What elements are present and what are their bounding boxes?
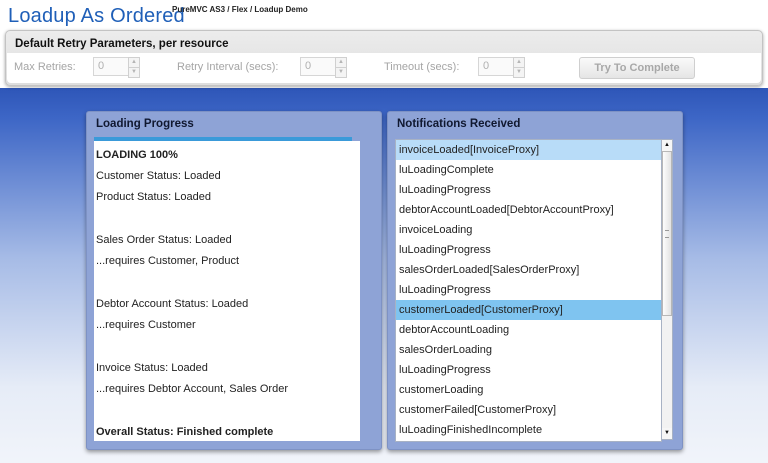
list-item[interactable]: luLoadingProgress — [396, 280, 661, 300]
list-item[interactable]: debtorAccountLoading — [396, 320, 661, 340]
scroll-down-arrow-icon[interactable]: ▼ — [662, 428, 672, 439]
notifications-panel: Notifications Received invoiceLoaded[Inv… — [387, 111, 683, 450]
chevron-down-icon[interactable]: ▼ — [513, 67, 525, 78]
retry-interval-stepper[interactable]: 0 ▲ ▼ — [300, 57, 347, 78]
chevron-down-icon[interactable]: ▼ — [128, 67, 140, 78]
list-item[interactable]: customerFailed[CustomerProxy] — [396, 400, 661, 420]
retry-panel-title: Default Retry Parameters, per resource — [15, 38, 229, 50]
retry-panel-body: Max Retries: 0 ▲ ▼ Retry Interval (secs)… — [7, 53, 761, 83]
timeout-input[interactable]: 0 — [478, 57, 515, 76]
list-item[interactable]: debtorAccountLoaded[DebtorAccountProxy] — [396, 200, 661, 220]
notifications-list[interactable]: invoiceLoaded[InvoiceProxy] luLoadingComp… — [395, 139, 662, 442]
retry-interval-label: Retry Interval (secs): — [177, 61, 279, 73]
loading-status-text: LOADING 100% Customer Status: Loaded Pro… — [94, 141, 360, 441]
scrollbar-thumb[interactable] — [662, 151, 672, 316]
debtor-account-requirements: ...requires Customer — [96, 319, 196, 331]
chevron-down-icon[interactable]: ▼ — [335, 67, 347, 78]
invoice-status: Invoice Status: Loaded — [96, 362, 208, 374]
invoice-requirements: ...requires Debtor Account, Sales Order — [96, 383, 288, 395]
list-item[interactable]: invoiceLoading — [396, 220, 661, 240]
customer-status: Customer Status: Loaded — [96, 170, 221, 182]
list-item[interactable]: luLoadingProgress — [396, 180, 661, 200]
list-item[interactable]: luLoadingProgress — [396, 360, 661, 380]
notifications-scrollbar[interactable]: ▲ ▼ — [661, 139, 673, 440]
loading-panel-title: Loading Progress — [96, 118, 194, 130]
product-status: Product Status: Loaded — [96, 191, 211, 203]
sales-order-requirements: ...requires Customer, Product — [96, 255, 240, 267]
notifications-panel-title: Notifications Received — [397, 118, 521, 130]
list-item[interactable]: luLoadingFinishedIncomplete — [396, 420, 661, 440]
list-item[interactable]: customerLoaded[CustomerProxy] — [396, 300, 661, 320]
list-item[interactable]: luLoadingProgress — [396, 240, 661, 260]
max-retries-label: Max Retries: — [14, 61, 76, 73]
list-item[interactable]: salesOrderLoaded[SalesOrderProxy] — [396, 260, 661, 280]
list-item[interactable]: salesOrderLoading — [396, 340, 661, 360]
scroll-up-arrow-icon[interactable]: ▲ — [662, 140, 672, 151]
loading-percent: LOADING 100% — [96, 149, 178, 161]
max-retries-input[interactable]: 0 — [93, 57, 130, 76]
app-title: Loadup As Ordered — [8, 5, 185, 27]
max-retries-stepper[interactable]: 0 ▲ ▼ — [93, 57, 140, 78]
overall-status: Overall Status: Finished complete — [96, 426, 274, 438]
timeout-label: Timeout (secs): — [384, 61, 460, 73]
thumb-grip-icon — [665, 230, 669, 238]
sales-order-status: Sales Order Status: Loaded — [96, 234, 232, 246]
retry-parameters-panel: Default Retry Parameters, per resource M… — [5, 30, 763, 86]
loading-progress-panel: Loading Progress LOADING 100% Customer S… — [86, 111, 382, 450]
debtor-account-status: Debtor Account Status: Loaded — [96, 298, 249, 310]
list-item[interactable]: invoiceLoaded[InvoiceProxy] — [396, 140, 661, 160]
list-item[interactable]: luLoadingComplete — [396, 160, 661, 180]
list-item[interactable]: customerLoading — [396, 380, 661, 400]
app-subtitle: PureMVC AS3 / Flex / Loadup Demo — [172, 5, 308, 14]
try-to-complete-button[interactable]: Try To Complete — [579, 57, 695, 79]
retry-interval-input[interactable]: 0 — [300, 57, 337, 76]
timeout-stepper[interactable]: 0 ▲ ▼ — [478, 57, 525, 78]
